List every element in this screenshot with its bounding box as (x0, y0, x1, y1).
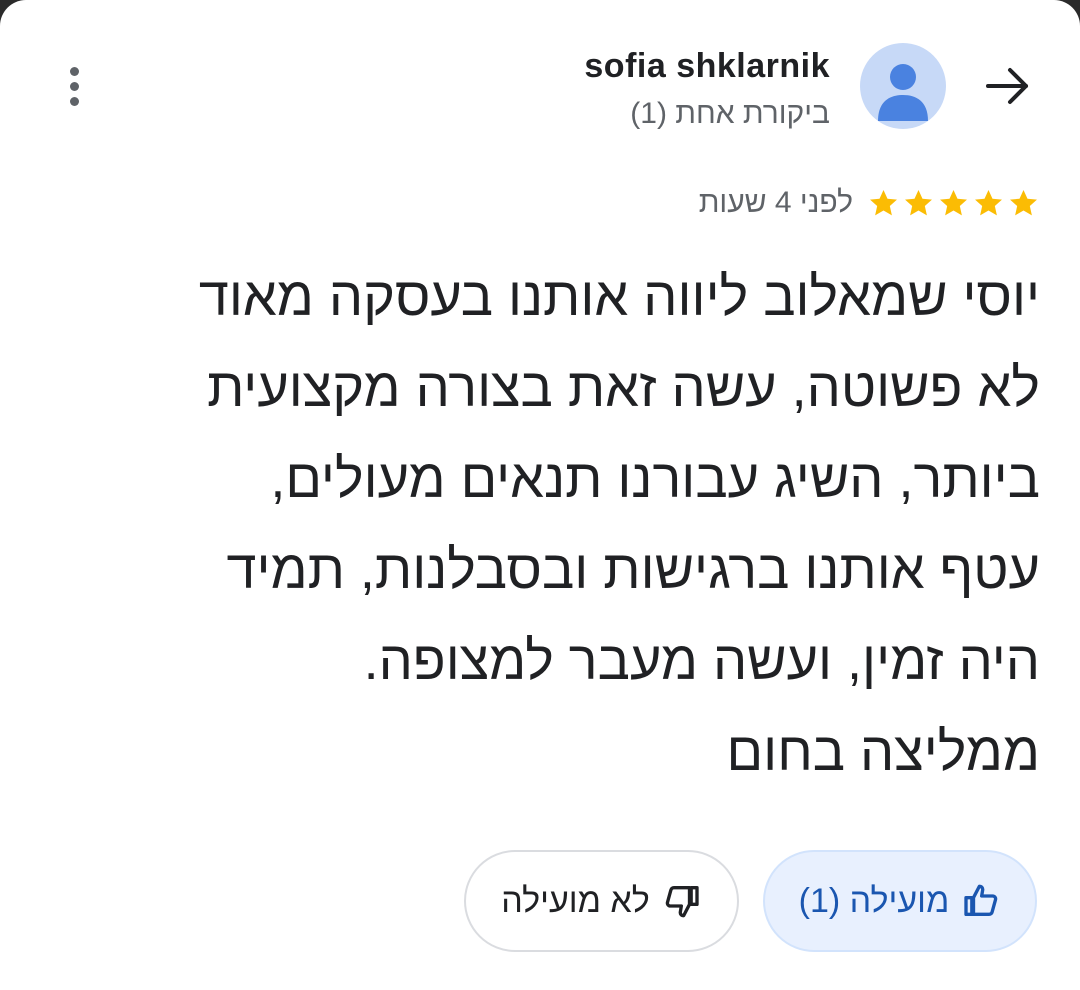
back-button[interactable] (980, 58, 1036, 114)
review-time: לפני 4 שעות (698, 186, 853, 219)
more-options-button[interactable] (52, 62, 96, 110)
review-text: יוסי שמאלוב ליווה אותנו בעסקה מאוד לא פש… (198, 267, 1040, 782)
author-info: sofia shklarnik ביקורת אחת (1) (584, 44, 830, 136)
not-helpful-button[interactable]: לא מועילה (464, 850, 739, 952)
star-icon (870, 189, 897, 215)
star-icon (1010, 189, 1037, 215)
star-rating (867, 187, 1040, 220)
author-review-count: ביקורת אחת (1) (630, 97, 830, 130)
review-card: sofia shklarnik ביקורת אחת (1) לפני 4 שע… (0, 0, 1080, 990)
author-name[interactable]: sofia shklarnik (584, 44, 830, 88)
thumb-down-icon (665, 886, 699, 918)
helpful-button[interactable]: מועילה (1) (763, 850, 1037, 952)
arrow-right-icon (986, 68, 1028, 104)
star-icon (940, 189, 967, 215)
not-helpful-label: לא מועילה (501, 881, 650, 920)
more-vert-icon-dot (69, 81, 79, 91)
more-vert-icon (69, 66, 79, 76)
avatar[interactable] (860, 43, 946, 129)
helpful-label: מועילה (1) (798, 881, 950, 920)
thumb-up-icon (964, 884, 998, 916)
star-icon (905, 189, 932, 215)
person-icon (878, 64, 928, 121)
star-icon (975, 189, 1002, 215)
review-meta: לפני 4 שעות (699, 186, 1040, 220)
more-vert-icon-dot (69, 96, 79, 106)
